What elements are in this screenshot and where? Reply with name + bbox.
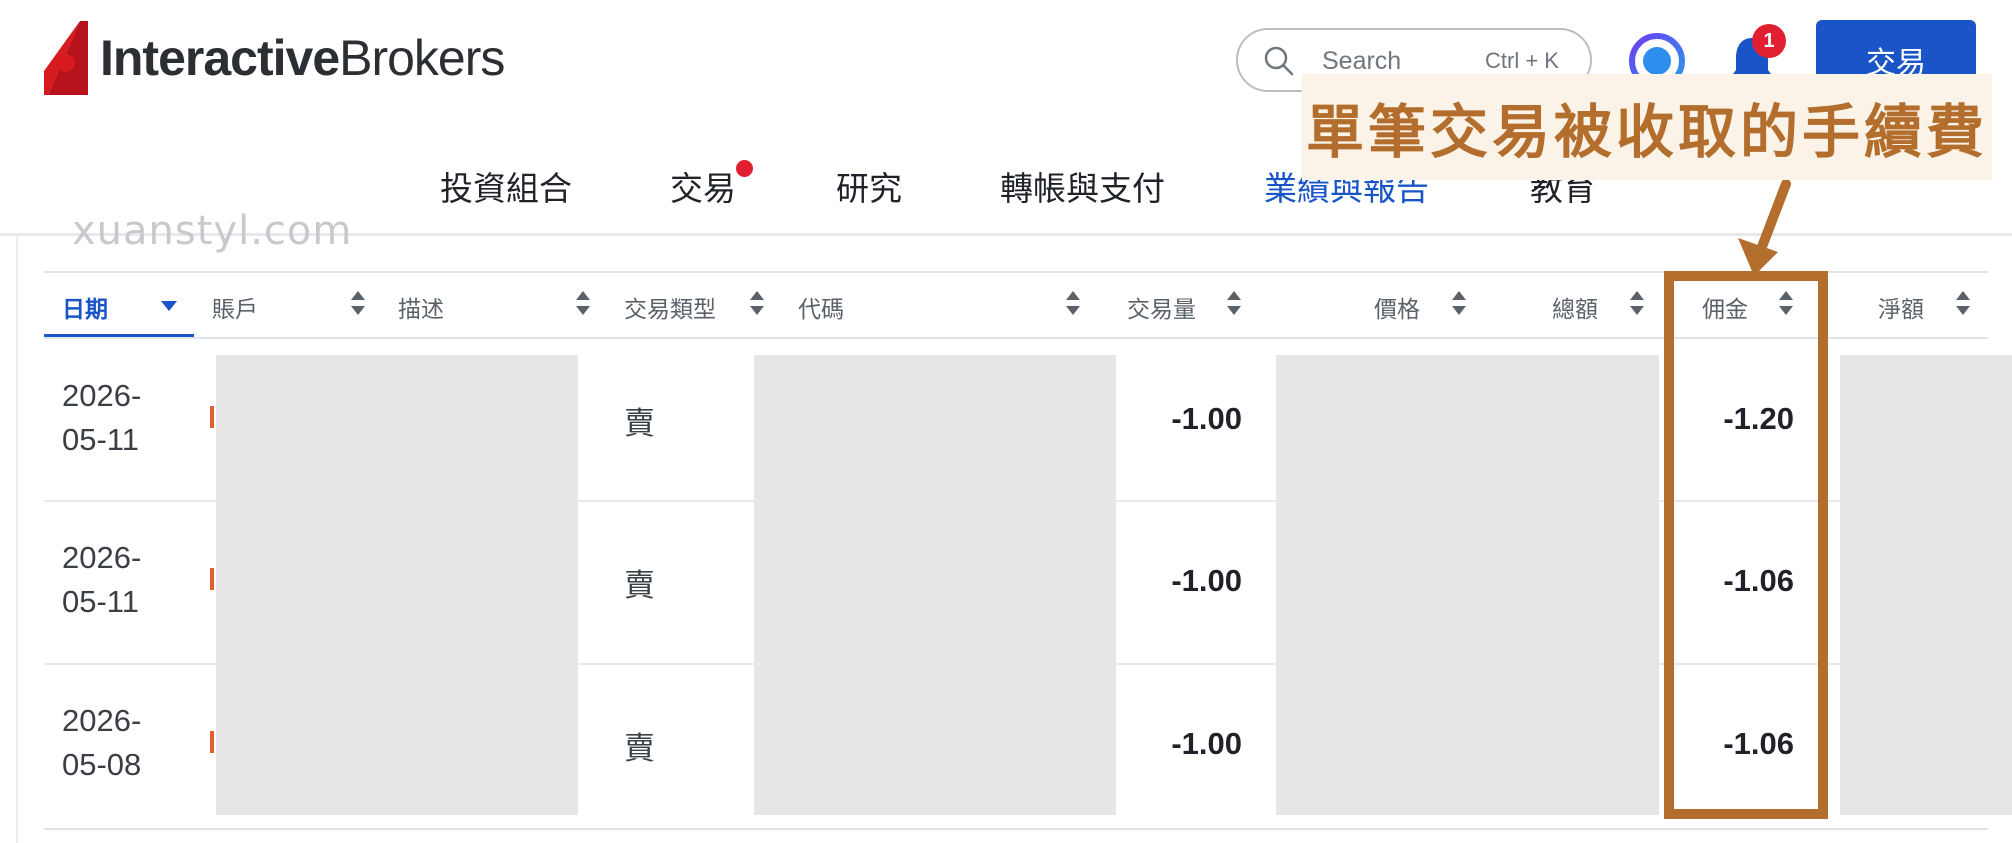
redacted-net-block bbox=[1840, 355, 2012, 815]
table-row-date: 2026- 05-11 bbox=[62, 378, 142, 457]
commission-highlight-box bbox=[1664, 271, 1828, 819]
notification-badge: 1 bbox=[1752, 24, 1786, 58]
nav-trade[interactable]: 交易 bbox=[670, 162, 736, 210]
annotation-arrow-icon bbox=[1738, 180, 1791, 276]
account-marker bbox=[210, 568, 214, 590]
search-shortcut-hint: Ctrl + K bbox=[1485, 48, 1559, 73]
table-row-quantity: -1.00 bbox=[1171, 726, 1242, 761]
column-header-total[interactable]: 總額 bbox=[1552, 290, 1598, 324]
redacted-description-block bbox=[216, 355, 578, 815]
sort-desc-icon[interactable] bbox=[160, 300, 178, 312]
account-marker bbox=[210, 406, 214, 428]
redacted-symbol-block bbox=[754, 355, 1116, 815]
table-row-quantity: -1.00 bbox=[1171, 563, 1242, 598]
sort-icon[interactable] bbox=[1629, 290, 1645, 316]
table-row-date: 2026- 05-08 bbox=[62, 703, 142, 782]
column-header-quantity[interactable]: 交易量 bbox=[1127, 290, 1196, 324]
ib-logo[interactable]: InteractiveBrokers bbox=[44, 18, 505, 98]
nav-research[interactable]: 研究 bbox=[836, 162, 902, 210]
column-header-price[interactable]: 價格 bbox=[1374, 290, 1420, 324]
sort-icon[interactable] bbox=[1955, 290, 1971, 316]
table-row-quantity: -1.00 bbox=[1171, 401, 1242, 436]
column-header-date[interactable]: 日期 bbox=[62, 290, 108, 324]
sort-icon[interactable] bbox=[749, 290, 765, 316]
sort-icon[interactable] bbox=[350, 290, 366, 316]
table-row-trade-type: 賣 bbox=[624, 731, 655, 767]
annotation-callout: 單筆交易被收取的手續費 bbox=[1302, 74, 1992, 180]
watermark-text: xuanstyl.com bbox=[72, 208, 353, 254]
sort-icon[interactable] bbox=[1451, 290, 1467, 316]
table-row-trade-type: 賣 bbox=[624, 568, 655, 604]
search-icon bbox=[1264, 46, 1294, 76]
column-header-description[interactable]: 描述 bbox=[398, 290, 444, 324]
nav-trade-alert-dot bbox=[736, 160, 753, 177]
account-marker bbox=[210, 731, 214, 753]
column-header-account[interactable]: 賬戶 bbox=[212, 290, 258, 324]
search-placeholder: Search bbox=[1322, 47, 1402, 75]
sort-icon[interactable] bbox=[1065, 290, 1081, 316]
table-row-trade-type: 賣 bbox=[624, 406, 655, 442]
nav-portfolio[interactable]: 投資組合 bbox=[440, 162, 572, 210]
sort-icon[interactable] bbox=[1226, 290, 1242, 316]
nav-transfer-pay[interactable]: 轉帳與支付 bbox=[1000, 162, 1165, 210]
sort-icon[interactable] bbox=[575, 290, 591, 316]
ib-logo-text: InteractiveBrokers bbox=[100, 30, 505, 86]
ib-logo-mark-icon bbox=[44, 21, 88, 95]
column-header-symbol[interactable]: 代碼 bbox=[798, 290, 844, 324]
page-left-edge bbox=[16, 236, 18, 843]
table-row-date: 2026- 05-11 bbox=[62, 540, 142, 619]
redacted-price-total-block bbox=[1276, 355, 1659, 815]
table-bottom-border bbox=[44, 828, 1988, 830]
column-header-trade-type[interactable]: 交易類型 bbox=[624, 290, 716, 324]
column-header-net[interactable]: 淨額 bbox=[1878, 290, 1924, 324]
